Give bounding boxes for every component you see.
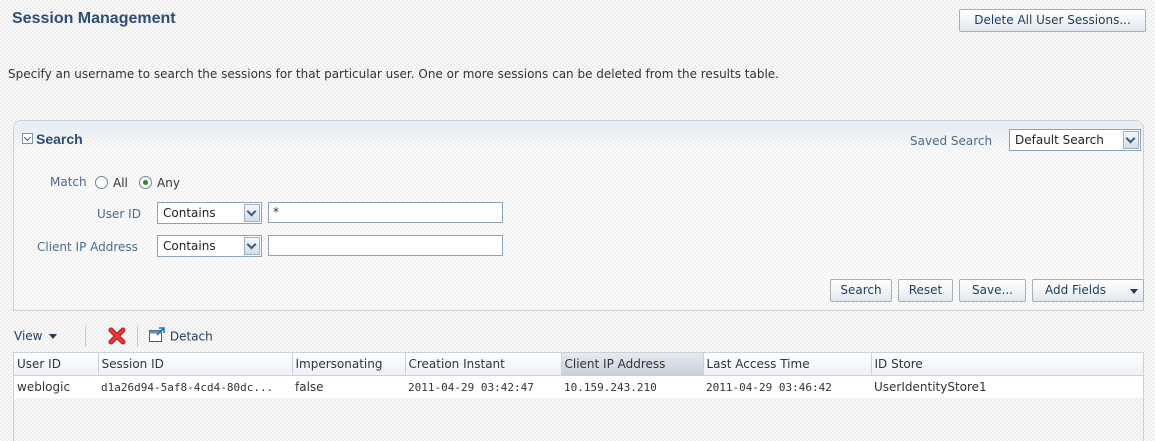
saved-search-value: Default Search — [1015, 133, 1104, 147]
view-menu[interactable]: View — [14, 329, 58, 343]
page-title: Session Management — [12, 10, 176, 27]
user-id-input[interactable]: * — [268, 202, 503, 223]
cell-id-store: UserIdentityStore1 — [871, 375, 1143, 399]
reset-button[interactable]: Reset — [898, 279, 953, 302]
cell-creation-instant: 2011-04-29 03:42:47 — [405, 375, 561, 399]
toolbar-separator — [85, 325, 86, 347]
user-id-label: User ID — [97, 207, 141, 221]
table-header-row: User ID Session ID Impersonating Creatio… — [14, 353, 1143, 376]
detach-button[interactable]: Detach — [148, 326, 213, 347]
chevron-down-icon — [1123, 131, 1139, 149]
client-ip-input[interactable] — [268, 235, 503, 256]
match-any-label: Any — [157, 176, 180, 190]
dropdown-arrow-icon — [49, 334, 58, 339]
view-menu-label: View — [14, 329, 43, 343]
column-header-session-id[interactable]: Session ID — [98, 353, 293, 376]
match-label: Match — [50, 175, 87, 189]
match-any-radio[interactable] — [139, 176, 152, 189]
chevron-down-icon — [244, 204, 260, 222]
column-header-impersonating[interactable]: Impersonating — [292, 353, 406, 376]
column-header-creation-instant[interactable]: Creation Instant — [405, 353, 562, 376]
client-ip-operator-value: Contains — [163, 239, 216, 253]
cell-impersonating: false — [292, 375, 405, 399]
saved-search-select[interactable]: Default Search — [1009, 129, 1141, 151]
search-title: Search — [36, 131, 83, 147]
add-fields-label: Add Fields — [1045, 283, 1106, 297]
detach-icon — [148, 326, 166, 347]
column-header-id-store[interactable]: ID Store — [871, 353, 1143, 376]
column-header-last-access-time[interactable]: Last Access Time — [703, 353, 872, 376]
column-header-user-id[interactable]: User ID — [14, 353, 99, 376]
toolbar-separator — [137, 325, 138, 347]
delete-icon[interactable] — [108, 327, 126, 345]
search-button[interactable]: Search — [830, 279, 892, 302]
cell-user-id: weblogic — [14, 375, 98, 399]
match-all-label: All — [113, 176, 128, 190]
detach-label: Detach — [169, 329, 213, 344]
user-id-operator-value: Contains — [163, 206, 216, 220]
table-row[interactable]: weblogic d1a26d94-5af8-4cd4-80dc... fals… — [14, 375, 1143, 399]
add-fields-button[interactable]: Add Fields — [1032, 279, 1144, 302]
results-toolbar: View Detach — [14, 322, 244, 352]
collapse-icon[interactable] — [22, 133, 33, 144]
client-ip-label: Client IP Address — [37, 240, 138, 254]
sessions-table: User ID Session ID Impersonating Creatio… — [13, 352, 1144, 441]
column-header-client-ip-address[interactable]: Client IP Address — [561, 353, 704, 376]
cell-last-access-time: 2011-04-29 03:46:42 — [703, 375, 871, 399]
cell-session-id: d1a26d94-5af8-4cd4-80dc... — [98, 375, 292, 399]
saved-search-label: Saved Search — [910, 134, 993, 148]
match-all-radio[interactable] — [95, 176, 108, 189]
client-ip-operator-select[interactable]: Contains — [157, 235, 262, 257]
cell-client-ip-address: 10.159.243.210 — [561, 375, 703, 399]
dropdown-arrow-icon — [1130, 289, 1138, 294]
save-search-button[interactable]: Save... — [959, 279, 1026, 302]
delete-all-sessions-button[interactable]: Delete All User Sessions... — [959, 9, 1146, 32]
page-description: Specify an username to search the sessio… — [8, 67, 779, 81]
user-id-operator-select[interactable]: Contains — [157, 202, 262, 224]
chevron-down-icon — [244, 237, 260, 255]
